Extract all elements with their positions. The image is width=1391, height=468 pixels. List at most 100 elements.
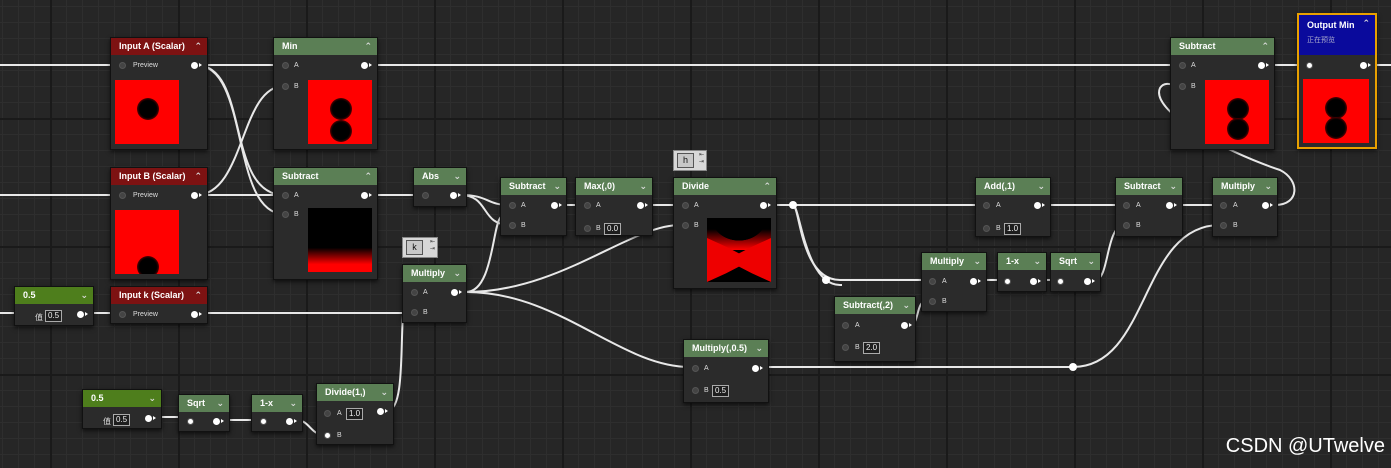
- input-pin-b[interactable]: [584, 225, 591, 232]
- output-pin[interactable]: [145, 415, 156, 422]
- one-minus-node[interactable]: 1-x ⌄: [997, 252, 1047, 292]
- output-pin[interactable]: [361, 192, 372, 199]
- constant-node[interactable]: 0.5 ⌄ 值 0.5: [14, 286, 94, 326]
- value-field[interactable]: 2.0: [863, 342, 881, 354]
- collapse-chevron-icon[interactable]: ⌃: [364, 38, 372, 55]
- output-pin[interactable]: [286, 418, 297, 425]
- output-pin[interactable]: [760, 202, 771, 209]
- input-pin[interactable]: [119, 311, 126, 318]
- input-pin-a[interactable]: [1123, 202, 1130, 209]
- output-pin[interactable]: [1034, 202, 1045, 209]
- subtract-node[interactable]: Subtract ⌄ A B: [1115, 177, 1183, 237]
- expand-chevron-icon[interactable]: ⌄: [902, 297, 910, 314]
- input-pin[interactable]: [1057, 278, 1064, 285]
- collapse-chevron-icon[interactable]: ⌃: [1261, 38, 1269, 55]
- expand-chevron-icon[interactable]: ⌄: [289, 395, 297, 412]
- output-pin[interactable]: [213, 418, 224, 425]
- output-pin[interactable]: [637, 202, 648, 209]
- output-pin[interactable]: [1166, 202, 1177, 209]
- value-field[interactable]: 0.5: [45, 310, 63, 322]
- sqrt-node[interactable]: Sqrt ⌄: [178, 394, 230, 432]
- min-node[interactable]: Min ⌃ A B: [273, 37, 378, 150]
- output-pin[interactable]: [191, 311, 202, 318]
- comment-pin-icon[interactable]: ⇤ ⇥: [430, 239, 435, 253]
- expand-chevron-icon[interactable]: ⌄: [1169, 178, 1177, 195]
- input-pin-a[interactable]: [983, 202, 990, 209]
- input-pin-a[interactable]: [411, 289, 418, 296]
- collapse-chevron-icon[interactable]: ⌃: [194, 287, 202, 304]
- multiply-half-node[interactable]: Multiply(,0.5) ⌄ A B 0.5: [683, 339, 769, 403]
- input-pin-a[interactable]: [692, 365, 699, 372]
- expand-chevron-icon[interactable]: ⌄: [80, 287, 88, 304]
- expand-chevron-icon[interactable]: ⌄: [1037, 178, 1045, 195]
- input-pin-b[interactable]: [692, 387, 699, 394]
- divide-node[interactable]: Divide ⌃ A B: [673, 177, 777, 289]
- input-pin-a[interactable]: [929, 278, 936, 285]
- multiply-node[interactable]: Multiply ⌄ A B: [921, 252, 987, 312]
- constant-node[interactable]: 0.5 ⌄ 值 0.5: [82, 389, 162, 429]
- output-pin[interactable]: [901, 322, 912, 329]
- max-node[interactable]: Max(,0) ⌄ A B 0.0: [575, 177, 653, 236]
- value-field[interactable]: 0.5: [712, 385, 730, 397]
- input-pin-a[interactable]: [682, 202, 689, 209]
- value-field[interactable]: 0.0: [604, 223, 622, 235]
- input-pin-a[interactable]: [842, 322, 849, 329]
- input-pin-a[interactable]: [282, 62, 289, 69]
- output-pin[interactable]: [361, 62, 372, 69]
- subtract-two-node[interactable]: Subtract(,2) ⌄ A B 2.0: [834, 296, 916, 362]
- input-pin-b[interactable]: [509, 222, 516, 229]
- value-field[interactable]: 1.0: [1004, 223, 1022, 235]
- sqrt-node[interactable]: Sqrt ⌄: [1050, 252, 1101, 292]
- output-pin[interactable]: [1084, 278, 1095, 285]
- input-pin-a[interactable]: [1220, 202, 1227, 209]
- one-minus-node[interactable]: 1-x ⌄: [251, 394, 303, 432]
- comment-pin-icon[interactable]: ⇤ ⇥: [699, 152, 704, 166]
- value-field[interactable]: 0.5: [113, 414, 131, 426]
- collapse-chevron-icon[interactable]: ⌃: [1362, 15, 1370, 32]
- subtract-node[interactable]: Subtract ⌃ A B: [273, 167, 378, 280]
- input-pin-b[interactable]: [682, 222, 689, 229]
- output-pin[interactable]: [191, 62, 202, 69]
- input-pin-a[interactable]: [282, 192, 289, 199]
- output-pin[interactable]: [752, 365, 763, 372]
- subtract-node[interactable]: Subtract ⌃ A B: [1170, 37, 1275, 150]
- input-pin[interactable]: [1306, 62, 1313, 69]
- expand-chevron-icon[interactable]: ⌄: [216, 395, 224, 412]
- input-pin-b[interactable]: [1220, 222, 1227, 229]
- expand-chevron-icon[interactable]: ⌄: [755, 340, 763, 357]
- output-pin[interactable]: [1360, 62, 1371, 69]
- input-pin-b[interactable]: [282, 211, 289, 218]
- multiply-node[interactable]: Multiply ⌄ A B: [1212, 177, 1278, 237]
- input-k-node[interactable]: Input k (Scalar) ⌃ Preview: [110, 286, 208, 324]
- add-one-node[interactable]: Add(,1) ⌄ A B 1.0: [975, 177, 1051, 237]
- output-pin[interactable]: [1258, 62, 1269, 69]
- input-pin-b[interactable]: [929, 298, 936, 305]
- input-pin-a[interactable]: [1179, 62, 1186, 69]
- output-min-node[interactable]: Output Min 正在预览 ⌃: [1297, 13, 1377, 149]
- output-pin[interactable]: [191, 192, 202, 199]
- output-pin[interactable]: [1262, 202, 1273, 209]
- expand-chevron-icon[interactable]: ⌄: [453, 265, 461, 282]
- input-a-node[interactable]: Input A (Scalar) ⌃ Preview: [110, 37, 208, 150]
- input-pin[interactable]: [119, 62, 126, 69]
- input-pin-b[interactable]: [282, 83, 289, 90]
- input-pin-b[interactable]: [324, 432, 331, 439]
- input-pin-b[interactable]: [983, 225, 990, 232]
- expand-chevron-icon[interactable]: ⌄: [1264, 178, 1272, 195]
- expand-chevron-icon[interactable]: ⌄: [639, 178, 647, 195]
- input-pin[interactable]: [119, 192, 126, 199]
- input-pin[interactable]: [260, 418, 267, 425]
- output-pin[interactable]: [551, 202, 562, 209]
- multiply-node[interactable]: Multiply ⌄ A B: [402, 264, 467, 323]
- input-pin-a[interactable]: [584, 202, 591, 209]
- comment-bubble-k[interactable]: k ⇤ ⇥: [402, 237, 438, 258]
- output-pin[interactable]: [1030, 278, 1041, 285]
- expand-chevron-icon[interactable]: ⌄: [453, 168, 461, 185]
- input-pin[interactable]: [1004, 278, 1011, 285]
- expand-chevron-icon[interactable]: ⌄: [1033, 253, 1041, 270]
- comment-bubble-h[interactable]: h ⇤ ⇥: [673, 150, 707, 171]
- subtract-node[interactable]: Subtract ⌄ A B: [500, 177, 567, 236]
- input-pin-b[interactable]: [1123, 222, 1130, 229]
- output-pin[interactable]: [450, 192, 461, 199]
- value-field[interactable]: 1.0: [346, 408, 364, 420]
